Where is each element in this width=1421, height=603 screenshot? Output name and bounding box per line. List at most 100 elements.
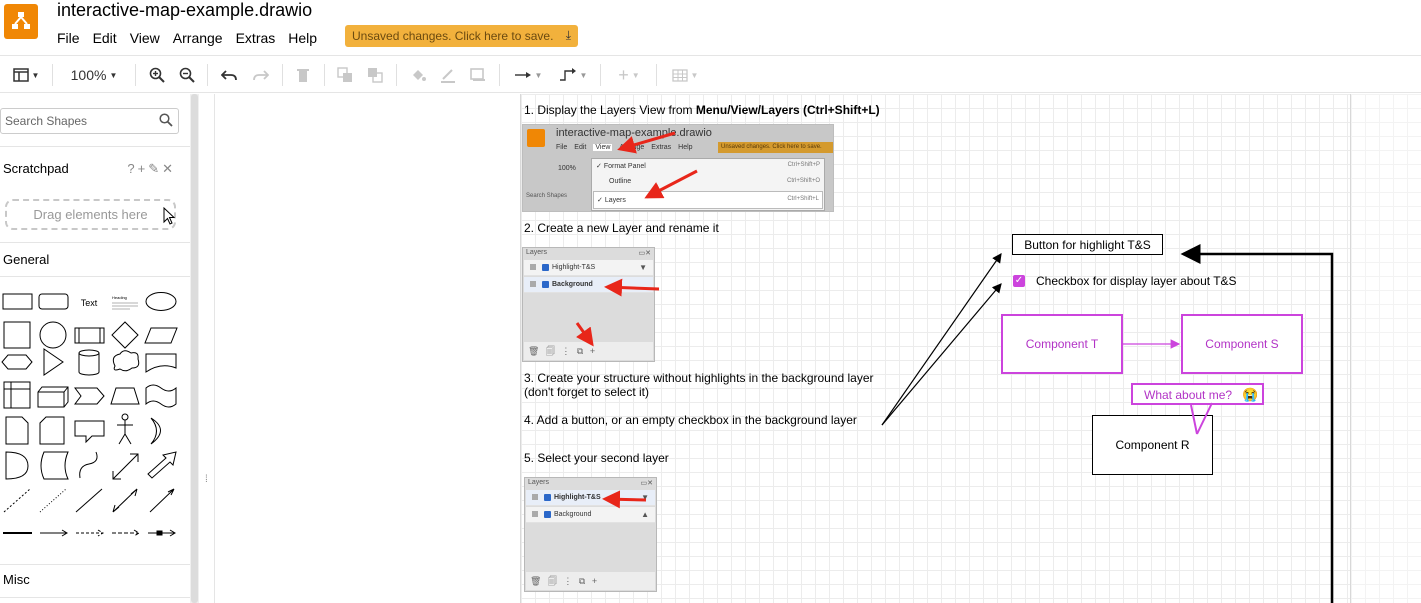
checkbox-icon — [542, 264, 549, 271]
shape-step[interactable] — [74, 387, 105, 405]
shape-line[interactable] — [75, 488, 103, 513]
shape-dashed-arrow[interactable] — [76, 529, 104, 537]
undo-button[interactable] — [218, 64, 240, 86]
shape-circle[interactable] — [39, 321, 67, 349]
shape-dotted-line[interactable] — [39, 488, 67, 513]
shape-internal-storage[interactable] — [3, 381, 31, 409]
search-icon[interactable] — [159, 113, 173, 130]
fill-color-button[interactable] — [407, 64, 429, 86]
shape-bidirectional-connector[interactable] — [112, 488, 138, 513]
zoom-out-button[interactable] — [177, 64, 197, 86]
shape-triangle[interactable] — [43, 348, 64, 376]
delete-button[interactable] — [292, 64, 314, 86]
zoom-in-button[interactable] — [147, 64, 167, 86]
unsaved-changes-label: Unsaved changes. Click here to save. — [352, 29, 554, 43]
connection-style-button[interactable]: ▼ — [510, 64, 546, 86]
step-1-text[interactable]: 1. Display the Layers View from Menu/Vie… — [524, 103, 880, 117]
step-5-text[interactable]: 5. Select your second layer — [524, 451, 669, 465]
callout-what-about-me[interactable]: What about me? 😭 — [1131, 383, 1264, 405]
diagram-canvas[interactable]: 1. Display the Layers View from Menu/Vie… — [215, 94, 1421, 603]
shadow-button[interactable] — [467, 64, 489, 86]
shape-connector-arrow[interactable] — [40, 529, 68, 537]
scrollbar-thumb[interactable] — [191, 94, 198, 603]
shape-diamond[interactable] — [111, 321, 139, 349]
drawio-logo-icon[interactable] — [4, 4, 38, 39]
scratchpad-header[interactable]: Scratchpad ?+✎✕ — [0, 161, 190, 179]
shape-callout[interactable] — [74, 420, 105, 444]
checkbox-label[interactable]: Checkbox for display layer about T&S — [1036, 274, 1237, 288]
shot-search: Search Shapes — [526, 193, 568, 199]
sidebar-resize-handle[interactable]: ⁞ — [199, 94, 215, 603]
menu-extras[interactable]: Extras — [236, 30, 276, 48]
unsaved-changes-button[interactable]: Unsaved changes. Click here to save. ⤓ — [345, 25, 578, 47]
sidebar-divider — [0, 597, 190, 598]
misc-section-header[interactable]: Misc — [0, 572, 190, 590]
panel-layout-icon — [12, 68, 29, 82]
component-r[interactable]: Component R — [1092, 415, 1213, 475]
shape-dashed-line[interactable] — [3, 488, 31, 513]
insert-button[interactable]: + ▼ — [611, 64, 647, 86]
scratchpad-actions-icon[interactable]: ?+✎✕ — [127, 161, 176, 177]
step-2-text[interactable]: 2. Create a new Layer and rename it — [524, 221, 719, 235]
shape-curve[interactable] — [79, 451, 98, 479]
shape-delay[interactable] — [5, 451, 29, 480]
shape-arrow[interactable] — [147, 451, 177, 479]
screenshot-view-menu[interactable]: interactive-map-example.drawio File Edit… — [522, 124, 834, 212]
to-back-button[interactable] — [364, 64, 386, 86]
waypoints-button[interactable]: ▼ — [555, 64, 591, 86]
table-button[interactable]: ▼ — [667, 64, 703, 86]
step-4-text[interactable]: 4. Add a button, or an empty checkbox in… — [524, 413, 857, 427]
shape-trapezoid[interactable] — [110, 387, 140, 405]
scratchpad-drop-area[interactable]: Drag elements here — [5, 199, 176, 230]
shape-tape[interactable] — [145, 384, 177, 408]
shape-card[interactable] — [39, 416, 65, 445]
shape-directional-connector[interactable] — [149, 488, 175, 513]
menu-edit[interactable]: Edit — [93, 30, 117, 48]
panel-layout-button[interactable]: ▼ — [9, 64, 43, 86]
screenshot-layers-panel-2[interactable]: Layers ▭✕ Highlight-T&S ▼ Background ▲ 🗑… — [524, 477, 657, 592]
component-s[interactable]: Component S — [1181, 314, 1303, 374]
menu-file[interactable]: File — [57, 30, 80, 48]
shape-document[interactable] — [145, 353, 177, 373]
zoom-select[interactable]: 100% ▼ — [66, 64, 122, 86]
shape-rectangle[interactable] — [2, 293, 33, 310]
layers-panel-title: Layers — [526, 249, 548, 256]
shot-item-outline: Outline — [609, 178, 632, 185]
shape-parallelogram[interactable] — [144, 327, 178, 344]
redo-button[interactable] — [250, 64, 272, 86]
toolbar-divider — [600, 64, 601, 86]
search-shapes-input[interactable]: Search Shapes — [0, 108, 179, 134]
shape-bidirectional-arrow[interactable] — [112, 453, 139, 480]
shape-actor[interactable] — [117, 420, 133, 445]
general-shapes-palette[interactable]: Text Heading — [0, 286, 190, 556]
sidebar-scrollbar[interactable] — [190, 94, 199, 603]
shape-ellipse[interactable] — [145, 292, 177, 311]
shape-connector-labeled[interactable] — [112, 529, 140, 537]
zoom-value: 100% — [70, 67, 107, 83]
component-t[interactable]: Component T — [1001, 314, 1123, 374]
shape-note[interactable] — [5, 416, 29, 445]
shape-square[interactable] — [3, 321, 31, 349]
layer-actions-icon: 🗑 🗐 ⋮ ⧉ + — [530, 576, 600, 586]
highlight-button-shape[interactable]: Button for highlight T&S — [1012, 234, 1163, 255]
to-front-button[interactable] — [334, 64, 356, 86]
menu-help[interactable]: Help — [288, 30, 317, 48]
menu-view[interactable]: View — [130, 30, 160, 48]
document-title[interactable]: interactive-map-example.drawio — [57, 0, 312, 21]
shape-stored-data[interactable] — [40, 451, 69, 480]
shape-rounded-rectangle[interactable] — [38, 293, 69, 310]
shape-or[interactable] — [150, 417, 161, 445]
shape-cloud[interactable] — [112, 350, 140, 372]
menu-arrange[interactable]: Arrange — [173, 30, 223, 48]
checkbox-icon — [542, 281, 549, 288]
shape-cube[interactable] — [37, 386, 69, 408]
line-color-button[interactable] — [437, 64, 459, 86]
checkbox-shape[interactable]: ✓ — [1013, 275, 1025, 287]
shape-hexagon[interactable] — [1, 354, 33, 370]
general-section-header[interactable]: General — [0, 252, 190, 270]
shape-heading[interactable]: Heading — [112, 295, 127, 300]
step-3-text[interactable]: 3. Create your structure without highlig… — [524, 371, 874, 399]
screenshot-layers-panel-1[interactable]: Layers ▭✕ Highlight-T&S ▼ Background 🗑 🗐… — [522, 247, 655, 362]
lock-icon — [530, 281, 536, 287]
shape-text[interactable]: Text — [81, 298, 98, 308]
